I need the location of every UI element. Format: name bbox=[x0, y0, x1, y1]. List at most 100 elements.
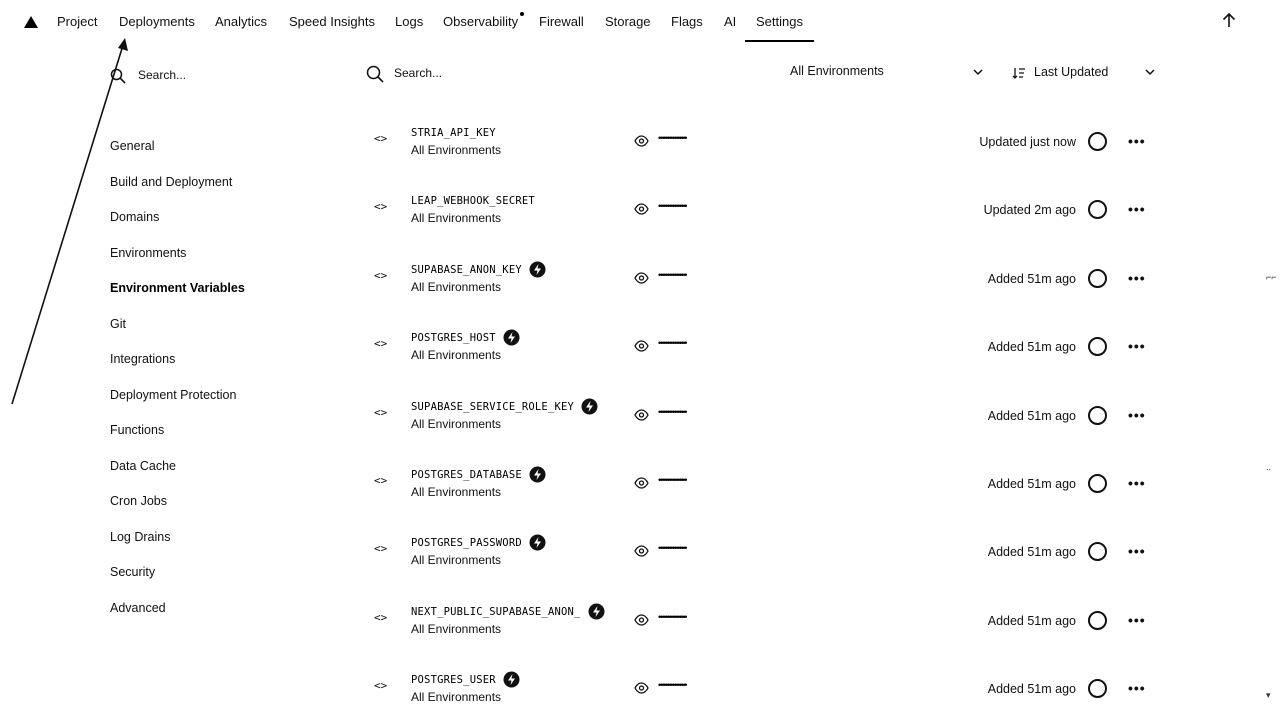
eye-icon[interactable] bbox=[634, 271, 649, 289]
more-horizontal-icon[interactable]: ••• bbox=[1128, 201, 1146, 217]
code-brackets-icon: <> bbox=[374, 200, 388, 214]
variable-name[interactable]: SUPABASE_SERVICE_ROLE_KEY bbox=[411, 401, 574, 413]
sort-select[interactable]: Last Updated bbox=[1012, 64, 1158, 84]
code-brackets-icon: <> bbox=[374, 542, 388, 556]
sidebar-search[interactable] bbox=[110, 64, 310, 88]
supabase-bolt-icon bbox=[529, 534, 546, 551]
scroll-down-icon[interactable]: ▾ bbox=[1266, 690, 1271, 701]
variable-name[interactable]: LEAP_WEBHOOK_SECRET bbox=[411, 195, 535, 207]
more-horizontal-icon[interactable]: ••• bbox=[1128, 612, 1146, 628]
variable-scope: All Environments bbox=[411, 143, 502, 157]
eye-icon[interactable] bbox=[634, 134, 649, 152]
more-horizontal-icon[interactable]: ••• bbox=[1128, 338, 1146, 354]
variable-name[interactable]: POSTGRES_DATABASE bbox=[411, 469, 522, 481]
sidebar-search-input[interactable] bbox=[138, 68, 298, 82]
arrow-up-icon[interactable] bbox=[1222, 12, 1236, 33]
sidebar-item-build-and-deployment[interactable]: Build and Deployment bbox=[110, 174, 310, 210]
eye-icon[interactable] bbox=[634, 681, 649, 699]
masked-value[interactable]: •••••••••••••••• bbox=[658, 475, 687, 485]
env-variable-row[interactable]: <> SUPABASE_SERVICE_ROLE_KEY All Environ… bbox=[366, 381, 1166, 449]
masked-value[interactable]: •••••••••••••••• bbox=[658, 133, 687, 143]
sidebar-item-log-drains[interactable]: Log Drains bbox=[110, 529, 310, 565]
supabase-bolt-icon bbox=[588, 603, 605, 620]
eye-icon[interactable] bbox=[634, 408, 649, 426]
variable-name[interactable]: POSTGRES_USER bbox=[411, 674, 496, 686]
masked-value[interactable]: •••••••••••••••• bbox=[658, 680, 687, 690]
sidebar-item-environments[interactable]: Environments bbox=[110, 245, 310, 281]
env-variable-row[interactable]: <> LEAP_WEBHOOK_SECRET All Environments … bbox=[366, 175, 1166, 243]
variables-search[interactable] bbox=[366, 62, 626, 86]
triangle-logo-icon[interactable] bbox=[24, 16, 38, 28]
eye-icon[interactable] bbox=[634, 613, 649, 631]
nav-analytics[interactable]: Analytics bbox=[215, 14, 267, 29]
env-variable-row[interactable]: <> POSTGRES_PASSWORD All Environments ••… bbox=[366, 517, 1166, 585]
masked-value[interactable]: •••••••••••••••• bbox=[658, 407, 687, 417]
variables-search-input[interactable] bbox=[394, 66, 594, 80]
masked-value[interactable]: •••••••••••••••• bbox=[658, 201, 687, 211]
sidebar-item-advanced[interactable]: Advanced bbox=[110, 600, 310, 636]
nav-ai[interactable]: AI bbox=[724, 14, 736, 29]
avatar bbox=[1088, 200, 1107, 220]
code-brackets-icon: <> bbox=[374, 268, 388, 282]
masked-value[interactable]: •••••••••••••••• bbox=[658, 612, 687, 622]
variable-name[interactable]: SUPABASE_ANON_KEY bbox=[411, 264, 522, 276]
env-variable-row[interactable]: <> SUPABASE_ANON_KEY All Environments ••… bbox=[366, 244, 1166, 312]
sidebar-item-environment-variables[interactable]: Environment Variables bbox=[110, 280, 310, 316]
nav-project[interactable]: Project bbox=[57, 14, 97, 29]
masked-value[interactable]: •••••••••••••••• bbox=[658, 338, 687, 348]
more-horizontal-icon[interactable]: ••• bbox=[1128, 475, 1146, 491]
env-variable-row[interactable]: <> NEXT_PUBLIC_SUPABASE_ANON_ All Enviro… bbox=[366, 586, 1166, 654]
eye-icon[interactable] bbox=[634, 544, 649, 562]
sidebar-item-domains[interactable]: Domains bbox=[110, 209, 310, 245]
variable-scope: All Environments bbox=[411, 348, 502, 363]
supabase-bolt-icon bbox=[503, 329, 520, 346]
eye-icon[interactable] bbox=[634, 339, 649, 357]
variable-name[interactable]: NEXT_PUBLIC_SUPABASE_ANON_ bbox=[411, 606, 581, 618]
eye-icon[interactable] bbox=[634, 476, 649, 494]
code-brackets-icon: <> bbox=[374, 132, 388, 145]
code-brackets-icon: <> bbox=[374, 337, 388, 351]
masked-value[interactable]: •••••••••••••••• bbox=[658, 543, 687, 553]
sidebar-item-general[interactable]: General bbox=[110, 138, 310, 174]
nav-flags[interactable]: Flags bbox=[671, 14, 703, 29]
nav-logs[interactable]: Logs bbox=[395, 14, 423, 29]
masked-value[interactable]: •••••••••••••••• bbox=[658, 270, 687, 280]
variable-name[interactable]: POSTGRES_PASSWORD bbox=[411, 537, 522, 549]
sidebar-item-integrations[interactable]: Integrations bbox=[110, 351, 310, 387]
environment-filter-select[interactable]: All Environments bbox=[790, 64, 986, 84]
env-variable-row[interactable]: <> POSTGRES_DATABASE All Environments ••… bbox=[366, 449, 1166, 517]
code-brackets-icon: <> bbox=[374, 405, 388, 419]
avatar bbox=[1088, 268, 1107, 288]
chevron-down-icon bbox=[1144, 66, 1156, 81]
more-horizontal-icon[interactable]: ••• bbox=[1128, 680, 1146, 696]
env-variable-row[interactable]: <> POSTGRES_HOST All Environments ••••••… bbox=[366, 312, 1166, 380]
nav-firewall[interactable]: Firewall bbox=[539, 14, 584, 29]
nav-storage[interactable]: Storage bbox=[605, 14, 651, 29]
sidebar-item-cron-jobs[interactable]: Cron Jobs bbox=[110, 493, 310, 529]
env-variable-row[interactable]: <> STRIA_API_KEY All Environments ••••••… bbox=[366, 107, 1166, 175]
settings-sidebar: General Build and Deployment Domains Env… bbox=[110, 138, 310, 635]
variable-name[interactable]: STRIA_API_KEY bbox=[411, 127, 496, 139]
code-brackets-icon: <> bbox=[374, 473, 388, 487]
sidebar-item-security[interactable]: Security bbox=[110, 564, 310, 600]
variable-name[interactable]: POSTGRES_HOST bbox=[411, 332, 496, 344]
nav-speed-insights[interactable]: Speed Insights bbox=[289, 14, 375, 29]
sidebar-item-git[interactable]: Git bbox=[110, 316, 310, 352]
sidebar-item-functions[interactable]: Functions bbox=[110, 422, 310, 458]
more-horizontal-icon[interactable]: ••• bbox=[1128, 543, 1146, 559]
nav-settings[interactable]: Settings bbox=[745, 14, 814, 42]
updated-status: Added 51m ago bbox=[987, 613, 1076, 628]
code-brackets-icon: <> bbox=[374, 610, 388, 624]
sidebar-item-data-cache[interactable]: Data Cache bbox=[110, 458, 310, 494]
avatar bbox=[1088, 542, 1107, 562]
env-variable-row[interactable]: <> POSTGRES_USER All Environments ••••••… bbox=[366, 654, 1166, 704]
nav-observability[interactable]: Observability bbox=[443, 14, 518, 29]
variable-scope: All Environments bbox=[411, 621, 502, 636]
sidebar-item-deployment-protection[interactable]: Deployment Protection bbox=[110, 387, 310, 423]
more-horizontal-icon[interactable]: ••• bbox=[1128, 407, 1146, 423]
more-horizontal-icon[interactable]: ••• bbox=[1128, 270, 1146, 286]
eye-icon[interactable] bbox=[634, 202, 649, 220]
more-horizontal-icon[interactable]: ••• bbox=[1128, 133, 1146, 149]
avatar bbox=[1088, 337, 1107, 357]
nav-deployments[interactable]: Deployments bbox=[119, 14, 195, 29]
